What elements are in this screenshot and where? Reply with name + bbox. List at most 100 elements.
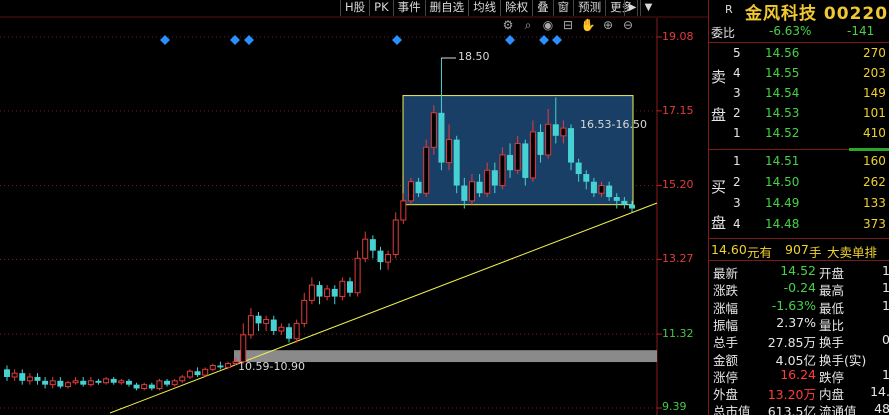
- bid-price: 14.49: [765, 196, 800, 210]
- ask-price: 14.54: [765, 86, 800, 100]
- stat-value-2: 14.: [870, 384, 889, 400]
- candle-body: [583, 174, 590, 182]
- event-marker-icon: [230, 35, 240, 45]
- candle-body: [339, 280, 346, 298]
- candle-body: [537, 131, 544, 155]
- candle-body: [103, 378, 110, 384]
- ask-row[interactable]: 3 14.54 149: [709, 84, 889, 104]
- ask-volume: 270: [863, 46, 886, 60]
- ask-row[interactable]: 4 14.55 203: [709, 64, 889, 84]
- bid-price: 14.50: [765, 175, 800, 189]
- candle-body: [19, 373, 26, 381]
- ask-row[interactable]: 1 14.52 410: [709, 124, 889, 144]
- chart-canvas[interactable]: [0, 0, 708, 415]
- candle-body: [87, 380, 94, 386]
- candle-body: [110, 378, 117, 383]
- hshare-button[interactable]: H股: [340, 0, 371, 16]
- ask-volume: 149: [863, 86, 886, 100]
- eye-icon[interactable]: ◉: [540, 17, 556, 33]
- candle-body: [286, 327, 293, 339]
- pk-button[interactable]: PK: [370, 0, 394, 16]
- ex-rights-button[interactable]: 除权: [501, 0, 534, 16]
- delete-icon[interactable]: ⊟: [560, 17, 576, 33]
- candle-body: [217, 365, 224, 368]
- candle-body: [491, 170, 498, 186]
- bid-row[interactable]: 3 14.49 133: [709, 194, 889, 214]
- candle-body: [575, 162, 582, 175]
- divider: [709, 238, 889, 239]
- stat-value-2: 1: [882, 280, 889, 296]
- zoom-out-icon[interactable]: ⊖: [620, 17, 636, 33]
- ask-level: 3: [733, 86, 741, 100]
- candle-body: [118, 380, 125, 384]
- candle-body: [415, 181, 422, 194]
- candle-body: [430, 112, 437, 148]
- candle-body: [392, 219, 399, 255]
- chevron-down-icon[interactable]: ▼: [640, 0, 656, 16]
- candle-body: [423, 146, 430, 194]
- candle-body: [11, 372, 18, 378]
- events-button[interactable]: 事件: [393, 0, 426, 16]
- candle-body: [476, 181, 483, 194]
- candle-body: [133, 384, 140, 389]
- forecast-button[interactable]: 预测: [574, 0, 607, 16]
- moving-average-button[interactable]: 均线: [469, 0, 502, 16]
- kline-chart[interactable]: H股 PK 事件 删自选 均线 除权 叠 窗 预测 更多 ▶ ▼ ⚙ ⌕ ◉ ⊟…: [0, 0, 708, 415]
- big-order-price: 14.60: [711, 242, 747, 257]
- candle-body: [331, 288, 338, 297]
- gap-range-label: 10.59-10.90: [238, 360, 305, 373]
- big-order-unit: 元有: [747, 245, 773, 260]
- bid-level: 1: [733, 154, 741, 168]
- candle-body: [613, 197, 620, 201]
- zoom-in-icon[interactable]: ⊕: [600, 17, 616, 33]
- ask-volume: 101: [863, 106, 886, 120]
- bid-level: 3: [733, 196, 741, 210]
- candle-body: [453, 139, 460, 186]
- candle-body: [629, 204, 635, 209]
- bid-row[interactable]: 4 14.48 373: [709, 215, 889, 235]
- bid-level: 4: [733, 217, 741, 231]
- collapse-right-icon[interactable]: ▶: [624, 0, 640, 16]
- ask-row[interactable]: 5 14.56 270: [709, 44, 889, 64]
- bid-row[interactable]: 2 14.50 262: [709, 173, 889, 193]
- y-tick-label: 17.15: [662, 104, 694, 117]
- big-order-text: 大卖单排: [827, 245, 878, 260]
- window-button[interactable]: 窗: [553, 0, 575, 16]
- zoom-icon[interactable]: ⌕: [520, 17, 536, 33]
- candle-body: [560, 127, 567, 137]
- gear-icon[interactable]: ⚙: [500, 17, 516, 33]
- candle-body: [72, 380, 79, 384]
- candle-body: [49, 380, 56, 386]
- candle-body: [156, 380, 163, 389]
- candle-body: [568, 128, 575, 163]
- event-marker-icon: [505, 35, 515, 45]
- ask-price: 14.53: [765, 106, 800, 120]
- candle-body: [552, 124, 559, 136]
- stat-value-2: 1: [882, 366, 889, 382]
- candle-body: [308, 284, 315, 301]
- high-marker-label: 18.50: [458, 50, 490, 63]
- ask-level: 4: [733, 66, 741, 80]
- bid-volume: 262: [863, 175, 886, 189]
- candle-body: [179, 376, 186, 382]
- candle-body: [26, 376, 33, 382]
- candle-body: [316, 285, 323, 297]
- candle-body: [369, 239, 376, 251]
- candle-body: [522, 143, 529, 178]
- hand-icon[interactable]: ✋: [580, 17, 596, 33]
- candle-body: [507, 154, 514, 171]
- y-tick-label: 19.08: [662, 30, 694, 43]
- candle-body: [64, 382, 71, 388]
- bid-row[interactable]: 1 14.51 160: [709, 152, 889, 172]
- webi-pct: -6.63%: [769, 24, 812, 38]
- remove-watchlist-button[interactable]: 删自选: [425, 0, 470, 16]
- y-tick-label: 11.32: [662, 327, 694, 340]
- big-order-row: 14.60 元有 907 手 大卖单排: [709, 240, 889, 260]
- candle-body: [293, 322, 300, 340]
- candle-body: [270, 319, 277, 332]
- big-order-vol: 907: [785, 242, 809, 257]
- overlay-button[interactable]: 叠: [533, 0, 554, 16]
- ask-row[interactable]: 2 14.53 101: [709, 104, 889, 124]
- chart-tool-icons: ⚙ ⌕ ◉ ⊟ ✋ ⊕ ⊖: [500, 17, 636, 33]
- ask-price: 14.56: [765, 46, 800, 60]
